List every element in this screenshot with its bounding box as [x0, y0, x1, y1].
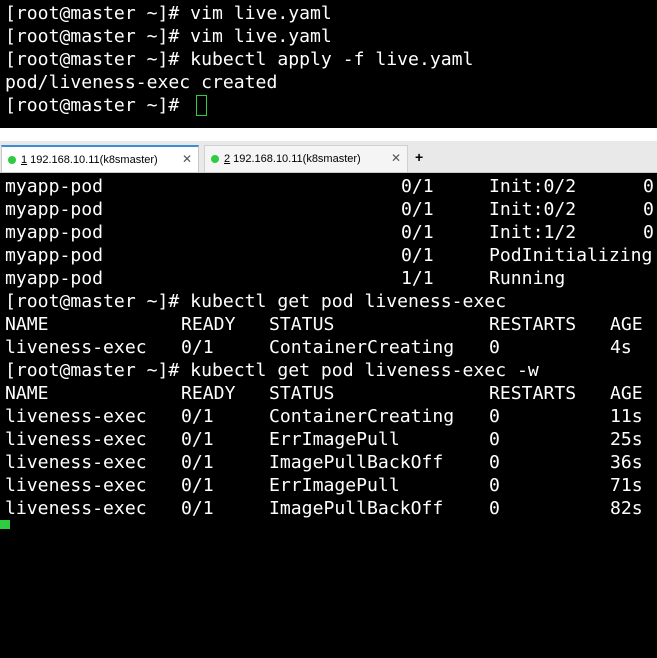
close-icon[interactable]: ✕ [182, 152, 192, 166]
pod-status: Init:1/2 [489, 222, 577, 243]
text-cursor [196, 94, 208, 116]
row-ready: 0/1 [181, 498, 214, 519]
pod-restarts: 0 [643, 199, 654, 220]
pod-row: myapp-pod 0/1 Init:1/2 0 [5, 221, 657, 244]
row-restarts: 0 [489, 475, 500, 496]
pod-row: myapp-pod 1/1 Running [5, 267, 657, 290]
table-row: liveness-exec 0/1 ImagePullBackOff 0 82s [5, 497, 657, 520]
row-age: 36s [610, 452, 643, 473]
row-status: ErrImagePull [269, 475, 400, 496]
row-name: liveness-exec [5, 452, 147, 473]
tab-host-label: 192.168.10.11(k8smaster) [233, 153, 361, 165]
session-tab-bar: 1 192.168.10.11(k8smaster) ✕ 2 192.168.1… [0, 141, 657, 173]
row-restarts: 0 [489, 406, 500, 427]
tab-number: 1 [21, 153, 28, 166]
table-row: liveness-exec 0/1 ImagePullBackOff 0 36s [5, 451, 657, 474]
terminal-prompt: [root@master ~]# [5, 95, 191, 116]
status-dot-icon [211, 155, 219, 163]
terminal-pane-top[interactable]: [root@master ~]# vim live.yaml [root@mas… [0, 0, 657, 128]
row-ready: 0/1 [181, 452, 214, 473]
row-age: 82s [610, 498, 643, 519]
pod-name: myapp-pod [5, 245, 104, 266]
table-row: liveness-exec 0/1 ErrImagePull 0 25s [5, 428, 657, 451]
row-age: 71s [610, 475, 643, 496]
table-header: NAME READY STATUS RESTARTS AGE [5, 313, 657, 336]
row-age: 11s [610, 406, 643, 427]
row-status: ContainerCreating [269, 337, 455, 358]
row-ready: 0/1 [181, 337, 214, 358]
header-ready: READY [181, 314, 236, 335]
pod-name: myapp-pod [5, 199, 104, 220]
terminal-line: [root@master ~]# kubectl apply -f live.y… [5, 49, 474, 70]
pod-status: PodInitializing [489, 245, 653, 266]
pod-row: myapp-pod 0/1 Init:0/2 0 [5, 198, 657, 221]
pod-ready: 0/1 [401, 245, 434, 266]
terminal-pane-bottom[interactable]: myapp-pod 0/1 Init:0/2 0 myapp-pod 0/1 I… [0, 173, 657, 529]
status-dot-icon [8, 155, 16, 164]
header-restarts: RESTARTS [489, 314, 577, 335]
pod-row: myapp-pod 0/1 Init:0/2 0 [5, 175, 657, 198]
row-age: 4s [610, 337, 632, 358]
terminal-prompt-line[interactable]: [root@master ~]# [5, 94, 208, 117]
row-status: ImagePullBackOff [269, 452, 444, 473]
pod-name: myapp-pod [5, 222, 104, 243]
tab-session-1[interactable]: 1 192.168.10.11(k8smaster) ✕ [1, 145, 199, 172]
header-name: NAME [5, 383, 49, 404]
terminal-line: [root@master ~]# vim live.yaml [5, 26, 332, 47]
row-restarts: 0 [489, 452, 500, 473]
row-name: liveness-exec [5, 406, 147, 427]
row-restarts: 0 [489, 337, 500, 358]
close-icon[interactable]: ✕ [391, 151, 401, 165]
row-ready: 0/1 [181, 475, 214, 496]
pod-status: Running [489, 268, 566, 289]
tab-session-2[interactable]: 2 192.168.10.11(k8smaster) ✕ [204, 145, 408, 172]
row-restarts: 0 [489, 498, 500, 519]
terminal-command: [root@master ~]# kubectl get pod livenes… [5, 291, 507, 312]
row-restarts: 0 [489, 429, 500, 450]
tab-host-label: 192.168.10.11(k8smaster) [30, 153, 158, 166]
pod-row: myapp-pod 0/1 PodInitializing [5, 244, 657, 267]
pod-ready: 0/1 [401, 176, 434, 197]
block-cursor [0, 520, 10, 529]
header-status: STATUS [269, 383, 335, 404]
row-status: ContainerCreating [269, 406, 455, 427]
new-tab-button[interactable]: + [415, 150, 423, 164]
row-name: liveness-exec [5, 498, 147, 519]
row-ready: 0/1 [181, 429, 214, 450]
header-name: NAME [5, 314, 49, 335]
tab-number: 2 [224, 153, 231, 165]
header-age: AGE [610, 314, 643, 335]
pod-status: Init:0/2 [489, 199, 577, 220]
terminal-command: [root@master ~]# kubectl get pod livenes… [5, 360, 539, 381]
header-restarts: RESTARTS [489, 383, 577, 404]
table-row: liveness-exec 0/1 ErrImagePull 0 71s [5, 474, 657, 497]
pane-divider [0, 128, 657, 141]
row-status: ErrImagePull [269, 429, 400, 450]
pod-ready: 0/1 [401, 199, 434, 220]
row-name: liveness-exec [5, 337, 147, 358]
row-name: liveness-exec [5, 429, 147, 450]
header-age: AGE [610, 383, 643, 404]
pod-ready: 0/1 [401, 222, 434, 243]
terminal-line: pod/liveness-exec created [5, 72, 278, 93]
header-ready: READY [181, 383, 236, 404]
pod-ready: 1/1 [401, 268, 434, 289]
table-row: liveness-exec 0/1 ContainerCreating 0 4s [5, 336, 657, 359]
pod-status: Init:0/2 [489, 176, 577, 197]
pod-restarts: 0 [643, 222, 654, 243]
table-row: liveness-exec 0/1 ContainerCreating 0 11… [5, 405, 657, 428]
table-header: NAME READY STATUS RESTARTS AGE [5, 382, 657, 405]
pod-name: myapp-pod [5, 268, 104, 289]
row-status: ImagePullBackOff [269, 498, 444, 519]
pod-name: myapp-pod [5, 176, 104, 197]
row-ready: 0/1 [181, 406, 214, 427]
pod-restarts: 0 [643, 176, 654, 197]
terminal-line: [root@master ~]# vim live.yaml [5, 3, 332, 24]
header-status: STATUS [269, 314, 335, 335]
row-name: liveness-exec [5, 475, 147, 496]
row-age: 25s [610, 429, 643, 450]
